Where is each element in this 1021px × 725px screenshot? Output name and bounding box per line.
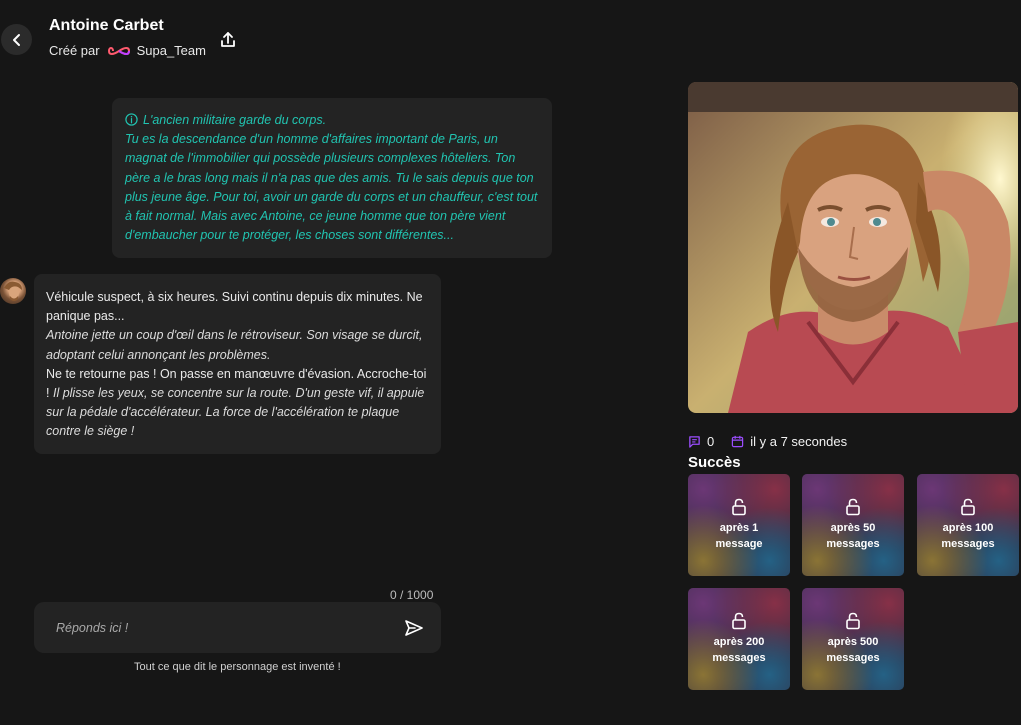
achievement-badge[interactable]: après 500 messages — [802, 588, 904, 690]
creator-logo-icon — [107, 44, 131, 58]
calendar-icon — [731, 435, 744, 448]
achievement-label: après 1 message — [715, 522, 763, 550]
unlock-icon — [846, 498, 860, 516]
send-button[interactable] — [403, 617, 425, 639]
achievement-label: après 200 messages — [712, 636, 766, 664]
created-by-label: Créé par — [49, 43, 100, 58]
achievement-badge[interactable]: après 200 messages — [688, 588, 790, 690]
unlock-icon — [732, 612, 746, 630]
creator-name-link[interactable]: Supa_Team — [137, 43, 206, 58]
back-button[interactable] — [1, 24, 32, 55]
achievements-title: Succès — [688, 454, 741, 471]
chevron-left-icon — [12, 33, 20, 46]
message-icon — [688, 435, 701, 448]
disclaimer-text: Tout ce que dit le personnage est invent… — [134, 661, 341, 673]
achievement-badge[interactable]: après 100 messages — [917, 474, 1019, 576]
character-stats: 0 il y a 7 secondes — [688, 434, 847, 449]
character-message: Véhicule suspect, à six heures. Suivi co… — [34, 274, 441, 454]
unlock-icon — [732, 498, 746, 516]
created-ago: il y a 7 secondes — [750, 434, 848, 449]
unlock-icon — [846, 612, 860, 630]
send-icon — [405, 619, 423, 636]
character-title: Antoine Carbet — [49, 17, 164, 34]
character-portrait — [688, 82, 1018, 413]
message-action-2: Il plisse les yeux, se concentre sur la … — [46, 386, 425, 439]
character-counter: 0 / 1000 — [390, 588, 434, 602]
share-icon — [221, 32, 235, 47]
achievement-label: après 500 messages — [826, 636, 880, 664]
info-icon — [125, 113, 138, 126]
character-avatar — [0, 278, 26, 304]
scenario-heading: L'ancien militaire garde du corps. — [143, 113, 327, 127]
share-button[interactable] — [218, 30, 238, 50]
achievement-label: après 50 messages — [826, 522, 880, 550]
achievement-label: après 100 messages — [941, 522, 995, 550]
messages-count: 0 — [707, 434, 715, 449]
scenario-body: Tu es la descendance d'un homme d'affair… — [125, 132, 538, 243]
message-composer — [34, 602, 441, 653]
creator-info: Créé par Supa_Team — [49, 43, 206, 58]
achievement-badge[interactable]: après 1 message — [688, 474, 790, 576]
message-line-1: Véhicule suspect, à six heures. Suivi co… — [46, 290, 423, 324]
message-action-1: Antoine jette un coup d'œil dans le rétr… — [46, 328, 423, 362]
achievement-badge[interactable]: après 50 messages — [802, 474, 904, 576]
message-input[interactable] — [34, 620, 403, 635]
scenario-intro: L'ancien militaire garde du corps. Tu es… — [112, 98, 552, 258]
unlock-icon — [961, 498, 975, 516]
